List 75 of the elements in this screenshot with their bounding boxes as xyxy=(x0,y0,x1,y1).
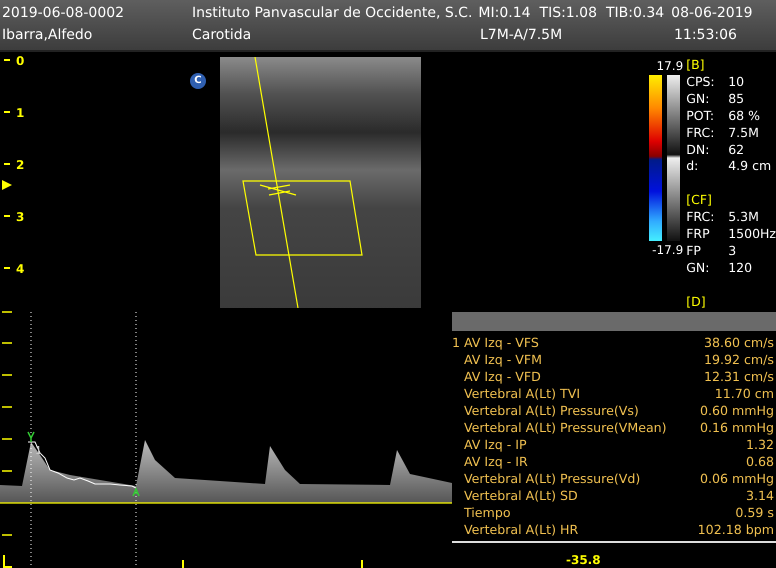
parameter-label: GN: xyxy=(686,260,710,277)
scale-tick xyxy=(4,267,10,269)
section-title: [B] xyxy=(686,57,706,74)
measurement-label: AV Izq - VFS xyxy=(464,334,539,351)
depth-label: 2 xyxy=(16,157,24,174)
parameter-label: POT: xyxy=(686,108,716,125)
measurement-value: 11.70 cm xyxy=(714,385,774,402)
caliper-marker xyxy=(27,431,35,443)
tib-reading: TIB:0.34 xyxy=(606,4,664,23)
probe-info: L7M-A/7.5M xyxy=(480,26,564,45)
measurement-value: 12.31 cm/s xyxy=(704,368,774,385)
measurement-label: Vertebral A(Lt) TVI xyxy=(464,385,580,402)
parameter-value: 10 xyxy=(728,74,744,91)
section-title: [CF] xyxy=(686,192,713,210)
parameter-label: GN: xyxy=(686,90,710,108)
measurement-value: 38.60 cm/s xyxy=(704,334,774,351)
measurement-label: AV Izq - VFD xyxy=(464,368,541,385)
parameter-value: 3 xyxy=(728,242,736,260)
parameter-value: 62 xyxy=(728,142,744,158)
measurement-index: 1 xyxy=(452,334,462,351)
scale-tick xyxy=(4,59,10,61)
scale-min-label: -17.9 xyxy=(652,242,684,259)
measurement-value: 0.16 mmHg xyxy=(700,419,774,436)
parameter-value: 1500Hz xyxy=(728,226,776,243)
measurement-value: 0.68 xyxy=(746,453,774,470)
scale-tick xyxy=(4,215,10,217)
parameter-label: DN: xyxy=(686,142,710,158)
parameter-value: 4.9 cm xyxy=(728,158,772,176)
caliper-marker xyxy=(132,487,140,497)
measurement-value: 1.32 xyxy=(746,436,774,453)
measurement-value: 0.60 mmHg xyxy=(700,402,774,419)
measurement-label: Vertebral A(Lt) Pressure(Vs) xyxy=(464,402,639,419)
patient-name: Ibarra,Alfedo xyxy=(2,26,94,45)
depth-label: 4 xyxy=(16,261,24,278)
parameter-label: CPS: xyxy=(686,74,716,91)
parameter-value: 7.5M xyxy=(728,124,759,142)
mi-reading: MI:0.14 xyxy=(478,4,531,23)
parameter-label: FRC: xyxy=(686,209,716,226)
measurement-label: Tiempo xyxy=(464,504,511,521)
measurement-label: Vertebral A(Lt) Pressure(Vd) xyxy=(464,470,640,487)
scale-max-label: 17.9 xyxy=(656,58,684,75)
measurement-value: 0.59 s xyxy=(735,504,774,521)
exam-time: 11:53:06 xyxy=(674,26,737,45)
exam-type: Carotida xyxy=(192,26,252,45)
parameter-value: 85 xyxy=(728,90,744,108)
depth-label: 3 xyxy=(16,209,24,226)
scale-tick xyxy=(4,163,10,165)
institution-name: Instituto Panvascular de Occidente, S.C. xyxy=(192,4,472,23)
patient-id: 2019-06-08-0002 xyxy=(2,4,126,23)
measurement-label: Vertebral A(Lt) HR xyxy=(464,521,578,538)
parameter-value: 5.3M xyxy=(728,209,759,226)
measurement-value: 102.18 bpm xyxy=(698,521,774,538)
measurement-label: AV Izq - IR xyxy=(464,453,528,470)
measurement-value: 19.92 cm/s xyxy=(704,351,774,368)
scale-tick xyxy=(4,111,10,113)
measurement-label: AV Izq - IP xyxy=(464,436,527,453)
depth-label: 1 xyxy=(16,105,24,122)
measurement-label: Vertebral A(Lt) Pressure(VMean) xyxy=(464,419,667,436)
parameter-label: FRP xyxy=(686,226,711,243)
parameter-label: FP xyxy=(686,242,702,260)
parameter-value: 68 % xyxy=(728,108,760,125)
baseline-reading: -35.8 xyxy=(566,552,602,568)
measurement-value: 0.06 mmHg xyxy=(700,470,774,487)
depth-label: 0 xyxy=(16,53,24,70)
mode-badge: C xyxy=(190,73,206,89)
focus-marker-icon xyxy=(2,180,12,190)
measurement-label: AV Izq - VFM xyxy=(464,351,542,368)
parameter-label: FRC: xyxy=(686,124,716,142)
measurement-value: 3.14 xyxy=(746,487,774,504)
parameter-label: d: xyxy=(686,158,700,176)
tis-reading: TIS:1.08 xyxy=(540,4,597,23)
measurement-label: Vertebral A(Lt) SD xyxy=(464,487,578,504)
parameter-value: 120 xyxy=(728,260,752,277)
section-title: [D] xyxy=(686,294,707,311)
exam-date: 08-06-2019 xyxy=(671,4,753,23)
